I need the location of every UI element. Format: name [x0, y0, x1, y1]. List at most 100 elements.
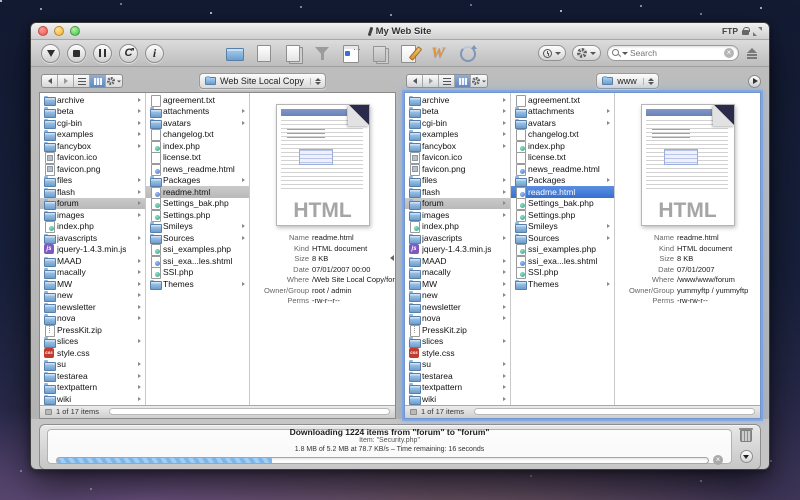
skip-icon[interactable] [370, 44, 390, 62]
list-item[interactable]: examples [40, 129, 145, 141]
horizontal-scrollbar[interactable] [474, 408, 755, 415]
new-file-icon[interactable] [254, 44, 274, 62]
file-column[interactable]: agreement.txt attachments [146, 93, 250, 405]
list-item[interactable]: su [40, 359, 145, 371]
web-icon[interactable]: W [428, 44, 448, 62]
history-dropdown-button[interactable] [538, 45, 566, 61]
transfer-button[interactable] [67, 44, 86, 63]
list-item[interactable]: PressKit.zip [40, 324, 145, 336]
list-item[interactable]: index.php [40, 221, 145, 233]
list-item[interactable]: SSI.php [146, 267, 249, 279]
column-scroll-left-icon[interactable] [390, 255, 394, 261]
list-item[interactable]: Sources [511, 232, 614, 244]
fullscreen-icon[interactable] [753, 27, 762, 36]
back-button[interactable] [42, 75, 58, 87]
disconnect-button[interactable] [745, 48, 759, 59]
trash-icon[interactable] [740, 430, 752, 442]
clear-search-icon[interactable]: × [724, 48, 734, 58]
list-item[interactable]: attachments [146, 106, 249, 118]
back-button[interactable] [407, 75, 423, 87]
sync-icon[interactable] [457, 44, 477, 62]
transfer-button[interactable]: i [145, 44, 164, 63]
list-item[interactable]: beta [40, 106, 145, 118]
list-view-button[interactable] [439, 75, 455, 87]
list-item[interactable]: files [405, 175, 510, 187]
list-item[interactable]: news_readme.html [146, 163, 249, 175]
list-item[interactable]: textpattern [405, 382, 510, 394]
list-item[interactable]: changelog.txt [146, 129, 249, 141]
horizontal-scrollbar[interactable] [109, 408, 390, 415]
list-item[interactable]: news_readme.html [511, 163, 614, 175]
list-item[interactable]: ssi_examples.php [511, 244, 614, 256]
file-column[interactable]: agreement.txt attachments [511, 93, 615, 405]
list-item[interactable]: macally [405, 267, 510, 279]
transfer-button[interactable] [41, 44, 60, 63]
list-item[interactable]: favicon.png [405, 163, 510, 175]
list-item[interactable]: textpattern [40, 382, 145, 394]
list-item[interactable]: agreement.txt [511, 94, 614, 106]
list-item[interactable]: favicon.ico [405, 152, 510, 164]
list-item[interactable]: newsletter [405, 301, 510, 313]
transfer-button[interactable]: C [119, 44, 138, 63]
list-item[interactable]: PressKit.zip [405, 324, 510, 336]
list-item[interactable]: Smileys [146, 221, 249, 233]
list-item[interactable]: index.php [146, 140, 249, 152]
forward-button[interactable] [58, 75, 74, 87]
list-item[interactable]: flash [405, 186, 510, 198]
view-options-button[interactable] [106, 75, 122, 87]
list-item[interactable]: Settings_bak.php [146, 198, 249, 210]
list-item[interactable]: license.txt [511, 152, 614, 164]
actions-dropdown-button[interactable] [572, 45, 601, 61]
list-item[interactable]: forum [40, 198, 145, 210]
list-item[interactable]: avatars [511, 117, 614, 129]
list-item[interactable]: MAAD [40, 255, 145, 267]
list-item[interactable]: ssi_examples.php [146, 244, 249, 256]
forward-button[interactable] [423, 75, 439, 87]
list-item[interactable]: changelog.txt [511, 129, 614, 141]
list-item[interactable]: fancybox [405, 140, 510, 152]
list-item[interactable]: jquery-1.4.3.min.js [40, 244, 145, 256]
list-item[interactable]: forum [405, 198, 510, 210]
column-view-button[interactable] [455, 75, 471, 87]
list-item[interactable]: Settings_bak.php [511, 198, 614, 210]
list-item[interactable]: Themes [146, 278, 249, 290]
list-item[interactable]: style.css [40, 347, 145, 359]
list-item[interactable]: agreement.txt [146, 94, 249, 106]
list-item[interactable]: beta [405, 106, 510, 118]
list-item[interactable]: flash [40, 186, 145, 198]
search-input[interactable] [630, 48, 722, 58]
folder-column[interactable]: archive beta [40, 93, 146, 405]
duplicate-file-icon[interactable] [283, 44, 303, 62]
list-item[interactable]: cgi-bin [40, 117, 145, 129]
list-item[interactable]: testarea [405, 370, 510, 382]
list-item[interactable]: images [405, 209, 510, 221]
folder-column[interactable]: archive beta [405, 93, 511, 405]
list-item[interactable]: ssi_exa...les.shtml [146, 255, 249, 267]
list-item[interactable]: new [405, 290, 510, 302]
list-view-button[interactable] [74, 75, 90, 87]
list-item[interactable]: images [40, 209, 145, 221]
list-item[interactable]: Settings.php [511, 209, 614, 221]
list-item[interactable]: SSI.php [511, 267, 614, 279]
drawer-grip-handle[interactable] [398, 470, 403, 471]
list-item[interactable]: wiki [405, 393, 510, 405]
list-item[interactable]: MAAD [405, 255, 510, 267]
filter-icon[interactable] [312, 44, 332, 62]
close-button[interactable] [38, 26, 48, 36]
list-item[interactable]: nova [40, 313, 145, 325]
list-item[interactable]: readme.html [146, 186, 249, 198]
cancel-transfer-button[interactable]: × [713, 455, 723, 465]
transfer-button[interactable] [93, 44, 112, 63]
new-folder-icon[interactable] [225, 44, 245, 62]
view-options-button[interactable] [471, 75, 487, 87]
list-item[interactable]: macally [40, 267, 145, 279]
list-item[interactable]: license.txt [146, 152, 249, 164]
list-item[interactable]: wiki [40, 393, 145, 405]
list-item[interactable]: fancybox [40, 140, 145, 152]
list-item[interactable]: Packages [511, 175, 614, 187]
list-item[interactable]: index.php [405, 221, 510, 233]
list-item[interactable]: archive [405, 94, 510, 106]
search-field[interactable]: × [607, 45, 739, 61]
list-item[interactable]: su [405, 359, 510, 371]
list-item[interactable]: favicon.ico [40, 152, 145, 164]
